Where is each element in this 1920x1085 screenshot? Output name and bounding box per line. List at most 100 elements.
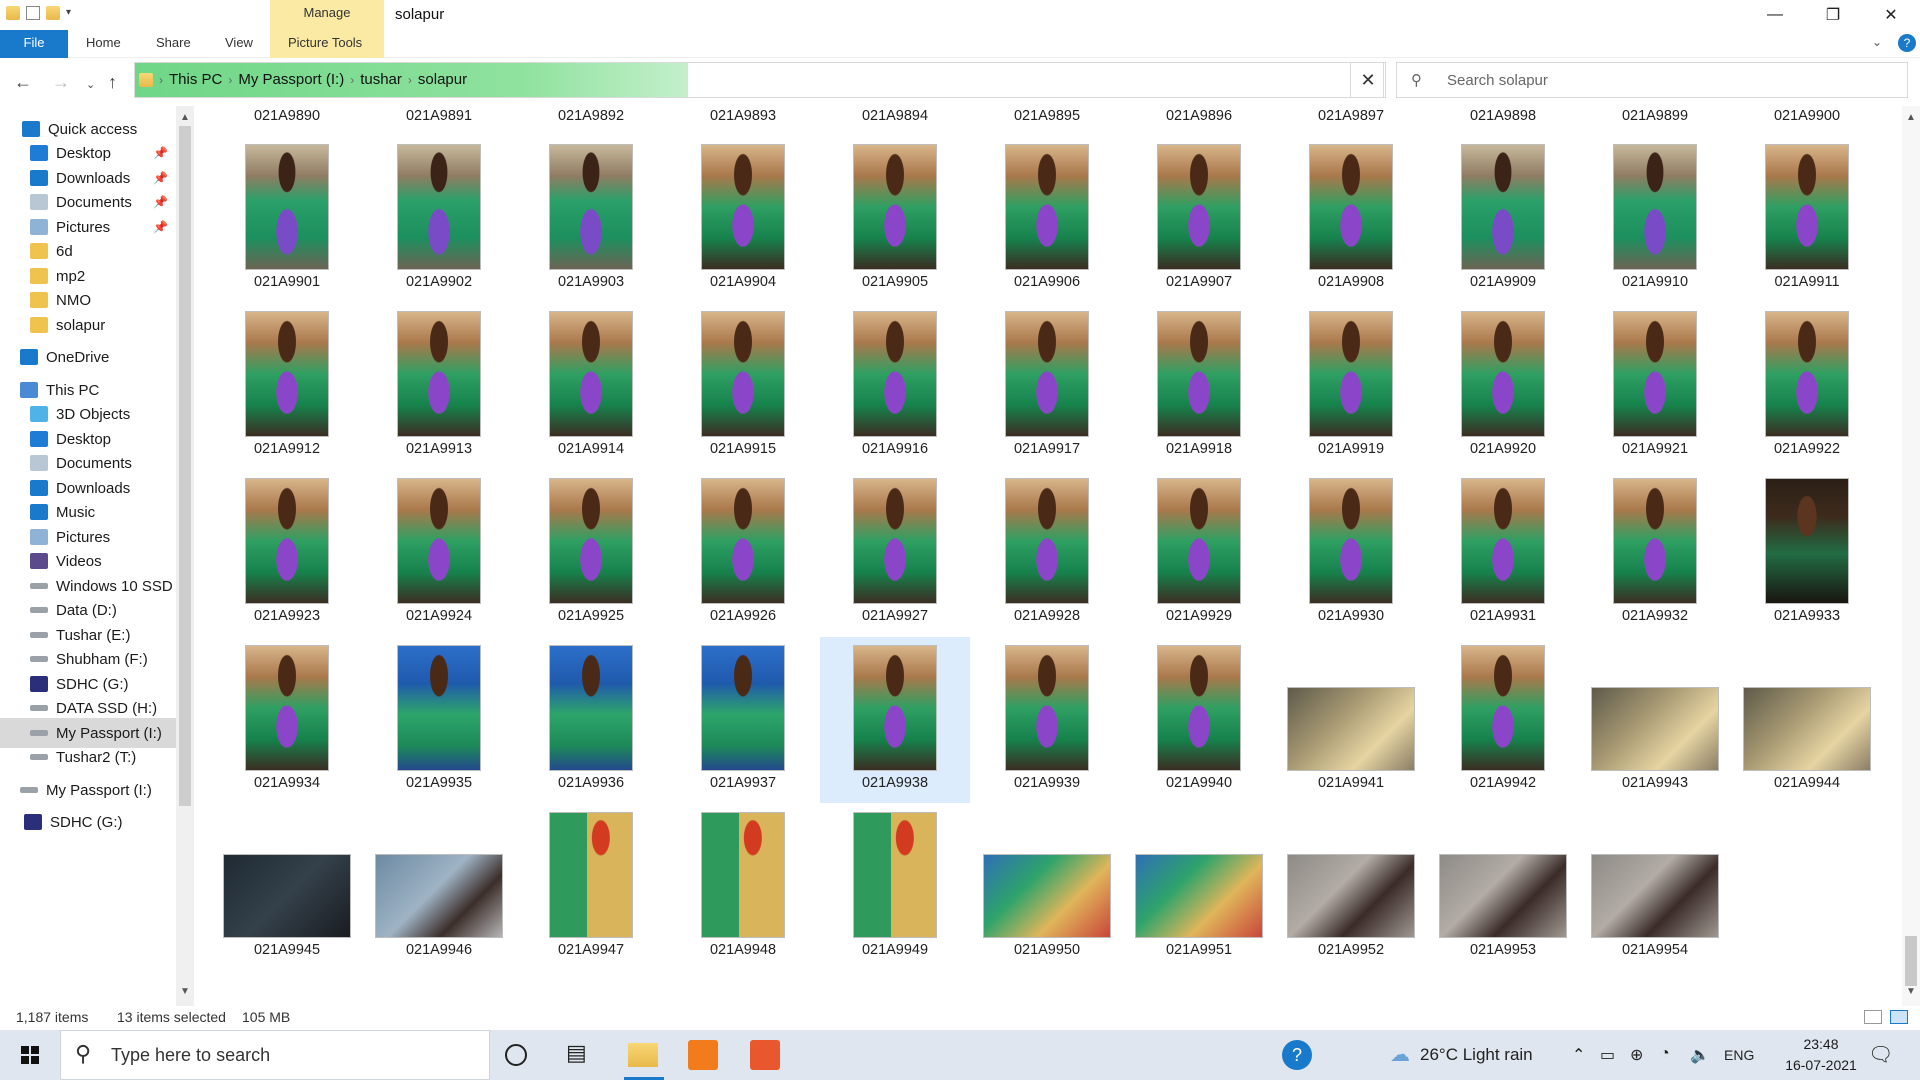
properties-icon[interactable] bbox=[26, 6, 40, 20]
file-tile[interactable]: 021A9919 bbox=[1276, 303, 1426, 469]
sidebar-item-my-passport-i[interactable]: My Passport (I:) bbox=[0, 775, 176, 805]
scrollbar-thumb[interactable] bbox=[179, 126, 191, 806]
file-tile[interactable]: 021A9942 bbox=[1428, 637, 1578, 803]
file-tile[interactable]: 021A9927 bbox=[820, 470, 970, 636]
file-tile[interactable]: 021A9912 bbox=[212, 303, 362, 469]
tab-picture-tools[interactable]: Picture Tools bbox=[288, 35, 362, 50]
tab-file[interactable]: File bbox=[0, 30, 68, 58]
file-tile[interactable]: 021A9945 bbox=[212, 804, 362, 970]
maximize-button[interactable]: ❐ bbox=[1804, 0, 1862, 30]
tab-home[interactable]: Home bbox=[86, 35, 121, 50]
battery-icon[interactable]: ▭ bbox=[1600, 1045, 1615, 1065]
clock-date[interactable]: 16-07-2021 bbox=[1771, 1057, 1871, 1073]
file-tile[interactable]: 021A9920 bbox=[1428, 303, 1578, 469]
file-tile[interactable]: 021A9905 bbox=[820, 136, 970, 302]
ribbon-expand-icon[interactable]: ⌄ bbox=[1872, 35, 1882, 49]
file-tile[interactable]: 021A9907 bbox=[1124, 136, 1274, 302]
customize-toolbar-icon[interactable]: ▾ bbox=[66, 6, 80, 20]
cortana-icon[interactable] bbox=[505, 1044, 527, 1066]
file-tile[interactable]: 021A9904 bbox=[668, 136, 818, 302]
file-tile[interactable]: 021A9895 bbox=[972, 106, 1122, 136]
taskbar-search[interactable]: ⚲ Type here to search bbox=[60, 1030, 490, 1080]
file-tile[interactable]: 021A9918 bbox=[1124, 303, 1274, 469]
file-tile[interactable]: 021A9949 bbox=[820, 804, 970, 970]
scrollbar-thumb[interactable] bbox=[1905, 936, 1917, 986]
file-tile[interactable]: 021A9951 bbox=[1124, 804, 1274, 970]
help-tips-icon[interactable]: ? bbox=[1282, 1040, 1312, 1070]
tab-view[interactable]: View bbox=[225, 35, 253, 50]
file-tile[interactable]: 021A9947 bbox=[516, 804, 666, 970]
file-tile[interactable]: 021A9892 bbox=[516, 106, 666, 136]
forward-arrow-icon[interactable]: → bbox=[52, 72, 70, 93]
file-tile[interactable]: 021A9937 bbox=[668, 637, 818, 803]
file-tile[interactable]: 021A9922 bbox=[1732, 303, 1882, 469]
app-icon[interactable] bbox=[750, 1040, 780, 1070]
file-tile[interactable]: 021A9893 bbox=[668, 106, 818, 136]
search-input[interactable]: Search solapur bbox=[1447, 72, 1548, 89]
file-tile[interactable]: 021A9899 bbox=[1580, 106, 1730, 136]
file-tile[interactable]: 021A9954 bbox=[1580, 804, 1730, 970]
file-tile[interactable]: 021A9948 bbox=[668, 804, 818, 970]
file-tile[interactable]: 021A9910 bbox=[1580, 136, 1730, 302]
minimize-button[interactable]: — bbox=[1746, 0, 1804, 30]
file-tile[interactable]: 021A9946 bbox=[364, 804, 514, 970]
details-view-icon[interactable] bbox=[1864, 1010, 1882, 1024]
file-tile[interactable]: 021A9891 bbox=[364, 106, 514, 136]
file-tile[interactable]: 021A9950 bbox=[972, 804, 1122, 970]
file-tile[interactable]: 021A9903 bbox=[516, 136, 666, 302]
file-tile[interactable]: 021A9909 bbox=[1428, 136, 1578, 302]
large-icons-view-icon[interactable] bbox=[1890, 1010, 1908, 1024]
file-tile[interactable]: 021A9898 bbox=[1428, 106, 1578, 136]
taskbar-search-input[interactable]: Type here to search bbox=[111, 1045, 270, 1066]
file-tile[interactable]: 021A9934 bbox=[212, 637, 362, 803]
file-tile[interactable]: 021A9906 bbox=[972, 136, 1122, 302]
sublime-text-icon[interactable] bbox=[688, 1040, 718, 1070]
notifications-icon[interactable]: 🗨 bbox=[1868, 1042, 1893, 1067]
breadcrumb-solapur[interactable]: solapur bbox=[418, 71, 467, 88]
navigation-pane-scrollbar[interactable]: ▲ ▼ bbox=[176, 106, 194, 1006]
breadcrumb-chevron-icon[interactable]: › bbox=[350, 73, 354, 87]
file-tile[interactable]: 021A9916 bbox=[820, 303, 970, 469]
back-arrow-icon[interactable]: ← bbox=[14, 72, 32, 93]
breadcrumb-chevron-icon[interactable]: › bbox=[228, 73, 232, 87]
file-tile[interactable]: 021A9931 bbox=[1428, 470, 1578, 636]
scroll-down-icon[interactable]: ▼ bbox=[180, 986, 190, 997]
help-icon[interactable]: ? bbox=[1898, 34, 1916, 52]
start-button[interactable] bbox=[0, 1030, 60, 1080]
content-scrollbar[interactable]: ▲ ▼ bbox=[1902, 106, 1920, 1006]
file-tile[interactable]: 021A9953 bbox=[1428, 804, 1578, 970]
file-tile[interactable]: 021A9908 bbox=[1276, 136, 1426, 302]
file-explorer-taskbar-icon[interactable] bbox=[628, 1043, 658, 1067]
breadcrumb-tushar[interactable]: tushar bbox=[360, 71, 402, 88]
file-tile[interactable]: 021A9932 bbox=[1580, 470, 1730, 636]
file-tile[interactable]: 021A9913 bbox=[364, 303, 514, 469]
file-tile[interactable]: 021A9944 bbox=[1732, 637, 1882, 803]
new-folder-icon[interactable] bbox=[46, 6, 60, 20]
file-tile[interactable]: 021A9900 bbox=[1732, 106, 1882, 136]
file-tile[interactable]: 021A9926 bbox=[668, 470, 818, 636]
file-tile[interactable]: 021A9935 bbox=[364, 637, 514, 803]
file-tile[interactable]: 021A9939 bbox=[972, 637, 1122, 803]
file-tile[interactable]: 021A9929 bbox=[1124, 470, 1274, 636]
file-tile[interactable]: 021A9917 bbox=[972, 303, 1122, 469]
scroll-up-icon[interactable]: ▲ bbox=[1906, 112, 1916, 123]
network-icon[interactable]: ⊕ bbox=[1630, 1045, 1643, 1065]
volume-icon[interactable]: 🔈 bbox=[1690, 1045, 1710, 1065]
wifi-icon[interactable]: ◔ bbox=[1660, 1045, 1670, 1063]
sidebar-item-sdhc-g[interactable]: SDHC (G:) bbox=[0, 807, 176, 837]
breadcrumb-my-passport[interactable]: My Passport (I:) bbox=[238, 71, 344, 88]
address-bar[interactable]: › This PC › My Passport (I:) › tushar › … bbox=[134, 62, 1461, 98]
file-tile[interactable]: 021A9911 bbox=[1732, 136, 1882, 302]
file-tile[interactable]: 021A9914 bbox=[516, 303, 666, 469]
scroll-up-icon[interactable]: ▲ bbox=[180, 112, 190, 123]
weather-text[interactable]: 26°C Light rain bbox=[1420, 1045, 1533, 1065]
file-tile[interactable]: 021A9941 bbox=[1276, 637, 1426, 803]
file-tile[interactable]: 021A9901 bbox=[212, 136, 362, 302]
language-indicator[interactable]: ENG bbox=[1724, 1047, 1754, 1063]
file-tile[interactable]: 021A9933 bbox=[1732, 470, 1882, 636]
file-tile[interactable]: 021A9897 bbox=[1276, 106, 1426, 136]
file-tile[interactable]: 021A9921 bbox=[1580, 303, 1730, 469]
file-tile[interactable]: 021A9952 bbox=[1276, 804, 1426, 970]
file-tile[interactable]: 021A9930 bbox=[1276, 470, 1426, 636]
file-tile[interactable]: 021A9925 bbox=[516, 470, 666, 636]
